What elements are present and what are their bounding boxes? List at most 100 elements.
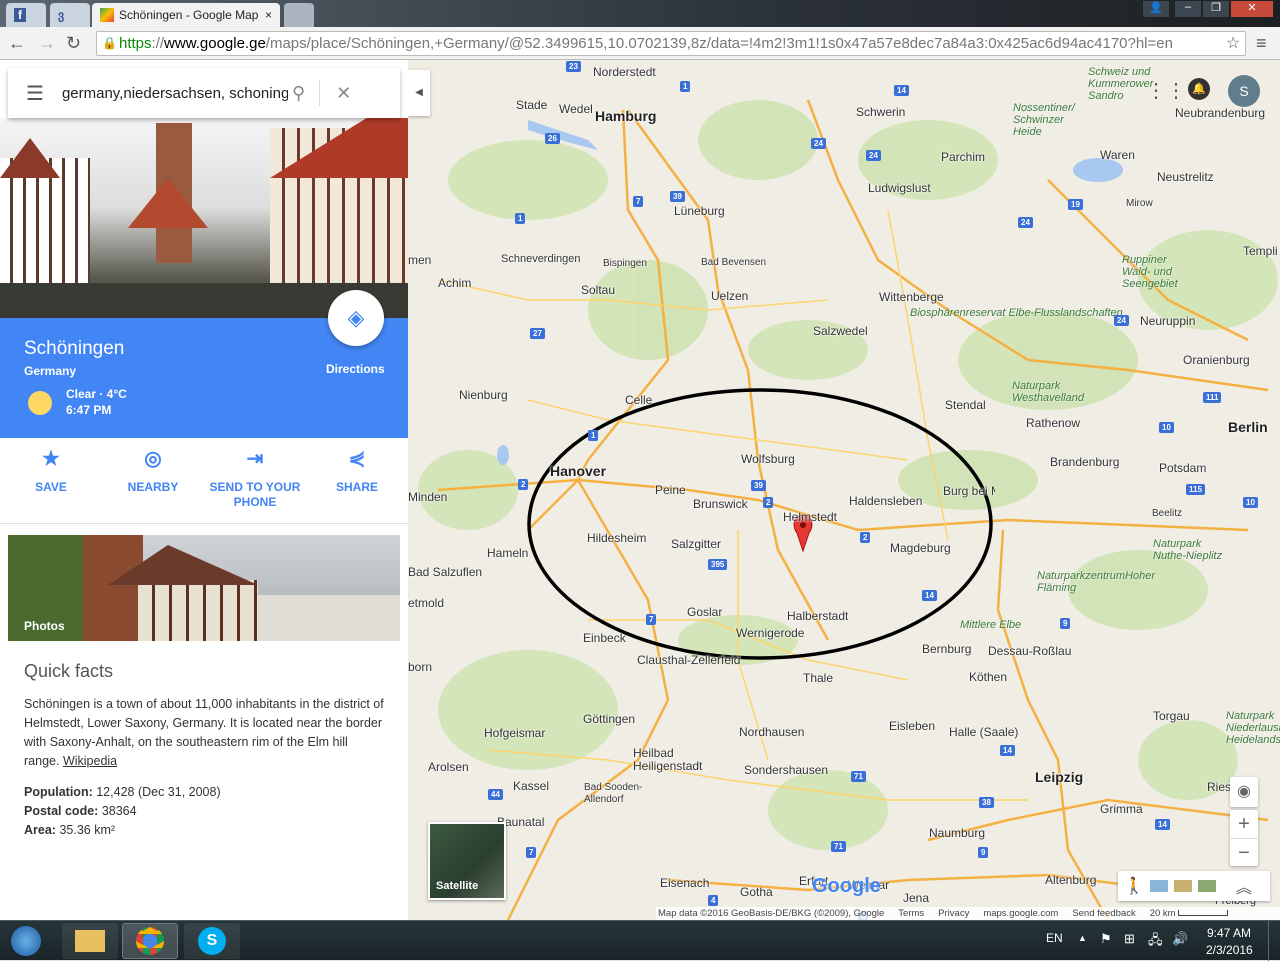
close-tab-icon[interactable]: ×: [265, 8, 272, 22]
user-icon[interactable]: 👤: [1142, 0, 1170, 18]
satellite-toggle[interactable]: Satellite: [428, 822, 506, 900]
route-shield: 115: [1186, 484, 1205, 495]
star-icon: ★: [42, 448, 60, 470]
route-shield: 111: [1203, 392, 1222, 403]
save-button[interactable]: ★ SAVE: [0, 448, 102, 495]
route-shield: 7: [526, 847, 537, 858]
tab-title: Schöningen - Google Map: [119, 8, 259, 22]
layer-thumbnail[interactable]: [1197, 880, 1216, 892]
directions-label[interactable]: Directions: [326, 362, 385, 376]
city-label: Halle (Saale): [949, 725, 1019, 739]
send-to-phone-button[interactable]: ⇥ SEND TO YOUR PHONE: [204, 449, 306, 510]
city-label: Torgau: [1153, 709, 1190, 723]
route-shield: 14: [894, 85, 909, 96]
tab-icon: ვ: [58, 8, 65, 22]
forward-icon[interactable]: →: [38, 33, 56, 54]
zoom-out-button[interactable]: −: [1230, 838, 1258, 866]
terms-link[interactable]: Terms: [898, 908, 924, 919]
show-hidden-icons[interactable]: ▲: [1078, 933, 1087, 943]
city-label: Bad Sooden-Allendorf: [584, 782, 643, 805]
city-label: Soltau: [581, 283, 616, 297]
pegman-icon[interactable]: 🚶: [1124, 876, 1144, 896]
network-icon[interactable]: 🖧: [1148, 931, 1163, 953]
map-canvas[interactable]: Norderstedt Stade Wedel Hamburg Schwerin…: [408, 60, 1280, 920]
search-input[interactable]: [61, 84, 288, 102]
close-window-button[interactable]: ✕: [1230, 0, 1274, 18]
language-indicator[interactable]: EN: [1046, 931, 1063, 945]
layer-thumbnail[interactable]: [1149, 880, 1168, 892]
route-shield: 2: [763, 497, 774, 508]
expand-up-icon[interactable]: ︽: [1236, 874, 1252, 898]
clear-search-icon[interactable]: ✕: [336, 83, 351, 104]
city-label: Stendal: [945, 398, 986, 412]
city-label: Einbeck: [583, 631, 626, 645]
file-explorer-icon[interactable]: [62, 923, 118, 959]
chrome-menu-icon[interactable]: ≡: [1256, 33, 1267, 54]
weather-text: Clear · 4°C: [66, 387, 127, 401]
url-host: www.google.ge: [164, 35, 266, 52]
volume-icon[interactable]: 🔊: [1172, 931, 1188, 947]
route-shield: 2: [518, 479, 529, 490]
tab-google-maps[interactable]: Schöningen - Google Map ×: [92, 3, 280, 27]
photos-label: Photos: [24, 619, 65, 633]
city-label: born: [408, 660, 433, 674]
account-avatar[interactable]: S: [1228, 75, 1260, 107]
route-shield: 38: [979, 797, 994, 808]
scale-bar[interactable]: 20 km: [1150, 908, 1229, 919]
new-tab-button[interactable]: [284, 3, 314, 27]
tab-georgian[interactable]: ვ: [50, 3, 90, 27]
city-label: Leipzig: [1035, 769, 1084, 785]
bookmark-star-icon[interactable]: ☆: [1226, 33, 1240, 53]
tab-facebook[interactable]: f: [6, 3, 46, 27]
chrome-taskbar-icon[interactable]: [122, 923, 178, 959]
photos-strip[interactable]: Photos: [8, 535, 400, 641]
url-input[interactable]: 🔒 https://www.google.ge/maps/place/Schön…: [96, 31, 1246, 56]
privacy-link[interactable]: Privacy: [938, 908, 969, 919]
place-hero-photo[interactable]: [0, 118, 408, 318]
back-icon[interactable]: ←: [8, 33, 26, 54]
city-label: Haldensleben: [849, 494, 923, 508]
city-label: Schneverdingen: [501, 253, 581, 265]
quick-facts: Schöningen is a town of about 11,000 inh…: [24, 695, 384, 840]
city-label: Rathenow: [1026, 416, 1081, 430]
layer-thumbnail[interactable]: [1173, 880, 1192, 892]
search-icon[interactable]: ⚲: [292, 83, 305, 104]
route-shield: 26: [545, 133, 560, 144]
wikipedia-link[interactable]: Wikipedia: [63, 754, 117, 768]
city-label: Nordhausen: [739, 725, 805, 739]
city-label: Eisleben: [889, 719, 936, 733]
city-label: Hildesheim: [587, 531, 647, 545]
city-label: Goslar: [687, 605, 723, 619]
action-center-flag-icon[interactable]: ⚑: [1100, 931, 1112, 947]
directions-icon: ◈: [347, 305, 365, 330]
notifications-bell-icon[interactable]: 🔔: [1188, 78, 1210, 100]
minimize-button[interactable]: –: [1174, 0, 1202, 18]
park-label: Biosphärenreservat Elbe-Flusslandschafte…: [910, 307, 1123, 319]
city-label: Stade: [516, 98, 548, 112]
skype-taskbar-icon[interactable]: S: [184, 923, 240, 959]
zoom-in-button[interactable]: +: [1230, 810, 1258, 838]
menu-icon[interactable]: ☰: [26, 81, 44, 106]
windows-icon[interactable]: ⊞: [1124, 931, 1135, 947]
nearby-button[interactable]: ◎ NEARBY: [102, 449, 204, 495]
city-label: Clausthal-Zellerfeld: [637, 653, 741, 667]
share-button[interactable]: ⋞ SHARE: [306, 449, 408, 495]
directions-button[interactable]: ◈: [328, 290, 384, 346]
send-feedback-link[interactable]: Send feedback: [1072, 908, 1135, 919]
start-button[interactable]: [2, 923, 50, 959]
city-label: Brunswick: [693, 497, 748, 511]
maps-site-link[interactable]: maps.google.com: [983, 908, 1058, 919]
route-shield: 39: [751, 480, 766, 491]
clock-date[interactable]: 2/3/2016: [1206, 943, 1253, 957]
show-desktop-button[interactable]: [1268, 921, 1280, 961]
maximize-button[interactable]: ❐: [1202, 0, 1230, 18]
reload-icon[interactable]: ↻: [66, 33, 81, 54]
city-label: Eisenach: [660, 876, 710, 890]
clock-time[interactable]: 9:47 AM: [1207, 926, 1251, 940]
city-label: Sondershausen: [744, 763, 829, 777]
city-label: Göttingen: [583, 712, 636, 726]
collapse-panel-button[interactable]: ◀: [408, 70, 430, 116]
my-location-button[interactable]: ◉: [1230, 777, 1258, 807]
city-label: Beelitz: [1152, 508, 1183, 519]
route-shield: 4: [708, 895, 719, 906]
